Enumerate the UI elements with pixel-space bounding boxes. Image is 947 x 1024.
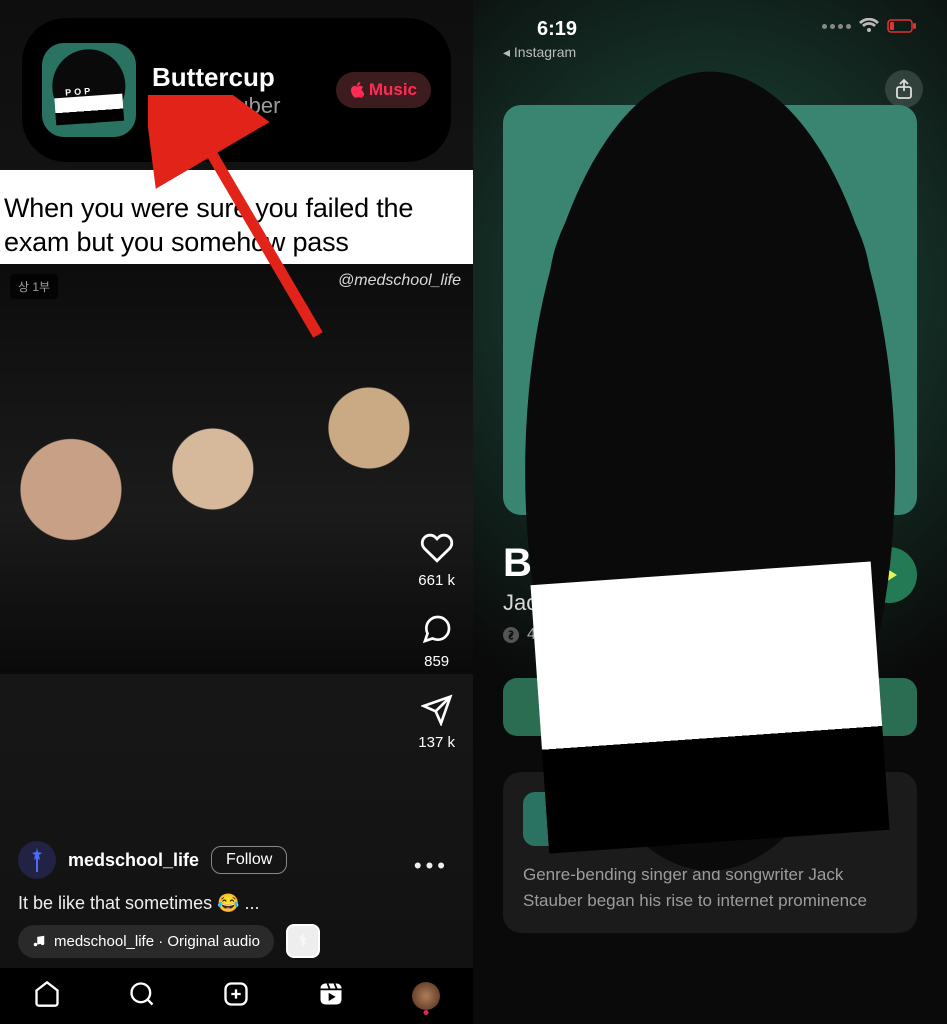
tab-profile[interactable]	[412, 982, 440, 1010]
home-icon	[33, 980, 61, 1008]
bottom-tab-bar	[0, 968, 473, 1024]
tab-search[interactable]	[128, 980, 156, 1013]
reel-video[interactable]: @medschool_life 상 1부	[0, 264, 473, 674]
tab-reels[interactable]	[317, 980, 345, 1013]
channel-badge: 상 1부	[10, 274, 58, 299]
more-options[interactable]: •••	[414, 853, 449, 879]
follow-button[interactable]: Follow	[211, 846, 287, 874]
shazam-album-art: POP FOOD	[42, 43, 136, 137]
audio-thumb[interactable]: ⚕	[286, 924, 320, 958]
author-username[interactable]: medschool_life	[68, 850, 199, 871]
search-icon	[128, 980, 156, 1008]
apple-music-label: Music	[369, 80, 417, 100]
instagram-reels-screen: When you were sure you failed the exam b…	[0, 0, 473, 1024]
apple-icon	[350, 82, 364, 98]
shazam-detail-screen: 6:19 ◂ Instagram POP FOOD Buttercup Jack…	[473, 0, 947, 1024]
like-button[interactable]: 661 k	[418, 530, 455, 589]
comment-button[interactable]: 859	[419, 611, 455, 670]
shazam-song-artist: Jack Stauber	[152, 93, 320, 119]
tab-create[interactable]	[222, 980, 250, 1013]
heart-icon	[420, 531, 454, 565]
comment-count: 859	[424, 653, 449, 670]
apple-music-button[interactable]: Music	[336, 72, 431, 108]
reel-top-caption: When you were sure you failed the exam b…	[0, 170, 473, 274]
shazam-song-title: Buttercup	[152, 62, 320, 93]
share-button[interactable]: 137 k	[418, 692, 455, 751]
tab-home[interactable]	[33, 980, 61, 1013]
reels-icon	[317, 980, 345, 1008]
artist-thumb: PF	[523, 792, 577, 846]
watermark: @medschool_life	[338, 272, 461, 290]
share-count: 137 k	[418, 734, 455, 751]
comment-icon	[421, 613, 453, 645]
plus-square-icon	[222, 980, 250, 1008]
audio-label: medschool_life · Original audio	[54, 933, 260, 950]
music-note-icon	[32, 934, 46, 948]
shazam-result-popup[interactable]: POP FOOD Buttercup Jack Stauber Music	[22, 18, 451, 162]
like-count: 661 k	[418, 572, 455, 589]
profile-avatar-icon	[412, 982, 440, 1010]
artist-card[interactable]: PF Jack Stauber↗ POP Genre-bending singe…	[503, 772, 917, 933]
reel-info-overlay: medschool_life Follow It be like that so…	[18, 841, 383, 914]
reel-caption[interactable]: It be like that sometimes 😂 ...	[18, 893, 383, 914]
reel-action-rail: 661 k 859 137 k	[418, 530, 455, 751]
send-icon	[421, 694, 453, 726]
author-avatar[interactable]	[18, 841, 56, 879]
audio-pill[interactable]: medschool_life · Original audio	[18, 925, 274, 958]
